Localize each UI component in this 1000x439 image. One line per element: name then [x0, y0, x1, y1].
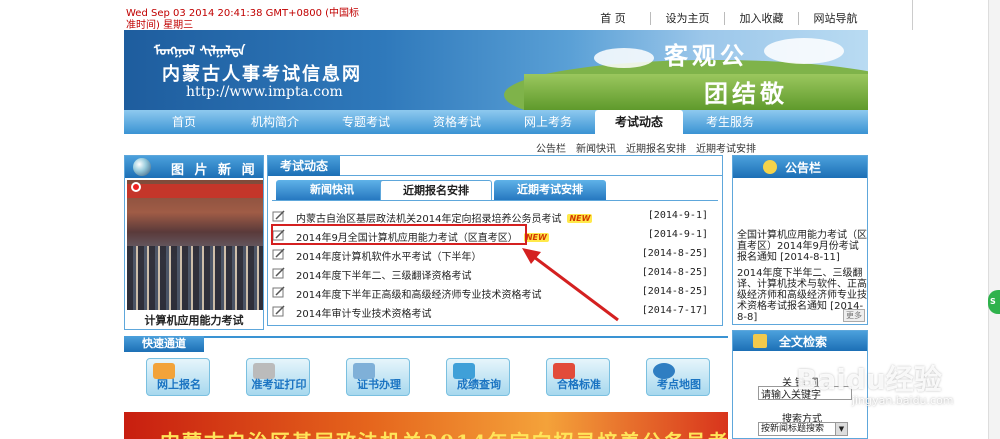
- nav-about[interactable]: 机构简介: [231, 110, 319, 134]
- bulletin-header: 公告栏: [733, 156, 867, 178]
- exam-news-title: 考试动态: [268, 156, 340, 176]
- home-link[interactable]: 首 页: [576, 12, 650, 25]
- subnav-news[interactable]: 新闻快讯: [576, 140, 616, 155]
- nav-special-exams[interactable]: 专题考试: [322, 110, 410, 134]
- news-date: [2014-8-25]: [641, 286, 708, 297]
- new-badge: NEW: [523, 233, 549, 242]
- nav-candidate-service[interactable]: 考生服务: [686, 110, 774, 134]
- top-bar: Wed Sep 03 2014 20:41:38 GMT+0800 (中国标准时…: [124, 6, 868, 31]
- bulletin-item[interactable]: 全国计算机应用能力考试（区直考区）2014年9月份考试报名通知 [2014-8-…: [737, 230, 867, 263]
- nav-online-affairs[interactable]: 网上考务: [504, 110, 592, 134]
- bulletin-panel: 公告栏 全国计算机应用能力考试（区直考区）2014年9月份考试报名通知 [201…: [732, 155, 868, 325]
- news-date: [2014-9-1]: [647, 229, 708, 240]
- slogan-line-2: 团结敬: [704, 79, 788, 108]
- pencil-icon: [272, 248, 285, 260]
- site-nav-link[interactable]: 网站导航: [798, 12, 872, 25]
- current-datetime: Wed Sep 03 2014 20:41:38 GMT+0800 (中国标准时…: [126, 8, 360, 31]
- photo-news-title: 图 片 新 闻: [171, 163, 258, 178]
- more-button[interactable]: 更多: [843, 309, 865, 322]
- sub-nav: 公告栏 新闻快讯 近期报名安排 近期考试安排: [536, 140, 756, 155]
- site-name: 内蒙古人事考试信息网: [162, 64, 362, 85]
- subnav-exam-schedule[interactable]: 近期考试安排: [696, 140, 756, 155]
- special-column-text: 内蒙古自治区基层政法机关2014年定向招录培养公务员考试专栏: [160, 426, 728, 439]
- print-admission-button[interactable]: 准考证打印: [246, 358, 310, 396]
- highlight-box: [271, 224, 527, 245]
- pencil-icon: [272, 305, 285, 317]
- tab-news-flash[interactable]: 新闻快讯: [276, 180, 388, 200]
- site-url: http://www.impta.com: [186, 84, 343, 100]
- tab-registration[interactable]: 近期报名安排: [380, 180, 492, 200]
- quick-access-bar: 快速通道: [124, 336, 728, 352]
- add-favorite-link[interactable]: 加入收藏: [724, 12, 798, 25]
- news-row[interactable]: 2014年度下半年二、三级翻译资格考试 [2014-8-25]: [272, 265, 712, 283]
- quick-access-title: 快速通道: [124, 336, 204, 352]
- news-date: [2014-8-25]: [641, 267, 708, 278]
- speaker-icon: [763, 160, 777, 174]
- exam-site-map-button[interactable]: 考点地图: [646, 358, 710, 396]
- pencil-icon: [272, 267, 285, 279]
- search-title: 全文检索: [779, 335, 828, 349]
- score-query-button[interactable]: 成绩查询: [446, 358, 510, 396]
- search-mode-select[interactable]: 按新闻标题搜索 ▼: [758, 422, 848, 436]
- certificate-button[interactable]: 证书办理: [346, 358, 410, 396]
- bulletin-title: 公告栏: [785, 161, 822, 175]
- news-row[interactable]: 2014年审计专业技术资格考试 [2014-7-17]: [272, 303, 712, 321]
- main-nav: 首页 机构简介 专题考试 资格考试 网上考务 考试动态 考生服务: [124, 110, 868, 134]
- top-links: 首 页 设为主页 加入收藏 网站导航: [576, 12, 872, 25]
- nav-qualification-exams[interactable]: 资格考试: [413, 110, 501, 134]
- mongolian-script-logo: ᠮᠣᠩᠭᠣᠯ ᠰᠢᠯᠭᠠᠯᠲᠠ: [154, 44, 246, 59]
- pencil-icon: [272, 210, 285, 222]
- news-date: [2014-8-25]: [641, 248, 708, 259]
- online-registration-button[interactable]: 网上报名: [146, 358, 210, 396]
- new-badge: NEW: [567, 214, 593, 223]
- keyword-input[interactable]: [758, 386, 852, 400]
- news-date: [2014-7-17]: [641, 305, 708, 316]
- subnav-bulletin[interactable]: 公告栏: [536, 140, 566, 155]
- subnav-registration[interactable]: 近期报名安排: [626, 140, 686, 155]
- record-icon: [131, 182, 141, 192]
- photo-caption[interactable]: 计算机应用能力考试: [125, 312, 263, 328]
- search-mode-value: 按新闻标题搜索: [761, 424, 825, 434]
- news-row[interactable]: 2014年度计算机软件水平考试（下半年） [2014-8-25]: [272, 246, 712, 264]
- scrollbar[interactable]: [988, 0, 1000, 439]
- news-tabs: 新闻快讯 近期报名安排 近期考试安排: [276, 180, 716, 200]
- globe-icon: [133, 158, 151, 176]
- news-row[interactable]: 2014年度下半年正高级和高级经济师专业技术资格考试 [2014-8-25]: [272, 284, 712, 302]
- news-title[interactable]: 2014年度下半年二、三级翻译资格考试: [296, 267, 471, 282]
- tab-exam-schedule[interactable]: 近期考试安排: [494, 180, 606, 200]
- chevron-down-icon: ▼: [835, 423, 847, 435]
- divider: [912, 0, 913, 30]
- floating-share-button[interactable]: S: [988, 290, 1000, 314]
- set-homepage-link[interactable]: 设为主页: [650, 12, 724, 25]
- nav-exam-news[interactable]: 考试动态: [595, 110, 683, 134]
- search-header: 全文检索: [733, 331, 867, 351]
- site-banner: ᠮᠣᠩᠭᠣᠯ ᠰᠢᠯᠭᠠᠯᠲᠠ 内蒙古人事考试信息网 http://www.im…: [124, 30, 868, 110]
- photo-news-header: 图 片 新 闻: [125, 156, 263, 178]
- slogan-line-1: 客观公: [664, 41, 748, 70]
- news-date: [2014-9-1]: [647, 210, 708, 221]
- special-column-banner[interactable]: 内蒙古自治区基层政法机关2014年定向招录培养公务员考试专栏: [124, 412, 728, 439]
- news-title[interactable]: 2014年度计算机软件水平考试（下半年）: [296, 248, 481, 263]
- news-title[interactable]: 2014年度下半年正高级和高级经济师专业技术资格考试: [296, 286, 541, 301]
- news-photo[interactable]: [127, 180, 263, 310]
- photo-news-panel: 图 片 新 闻 计算机应用能力考试: [124, 155, 264, 330]
- pencil-icon: [272, 286, 285, 298]
- nav-home[interactable]: 首页: [140, 110, 228, 134]
- document-icon: [753, 334, 767, 348]
- passing-standard-button[interactable]: 合格标准: [546, 358, 610, 396]
- news-title[interactable]: 2014年审计专业技术资格考试: [296, 305, 431, 320]
